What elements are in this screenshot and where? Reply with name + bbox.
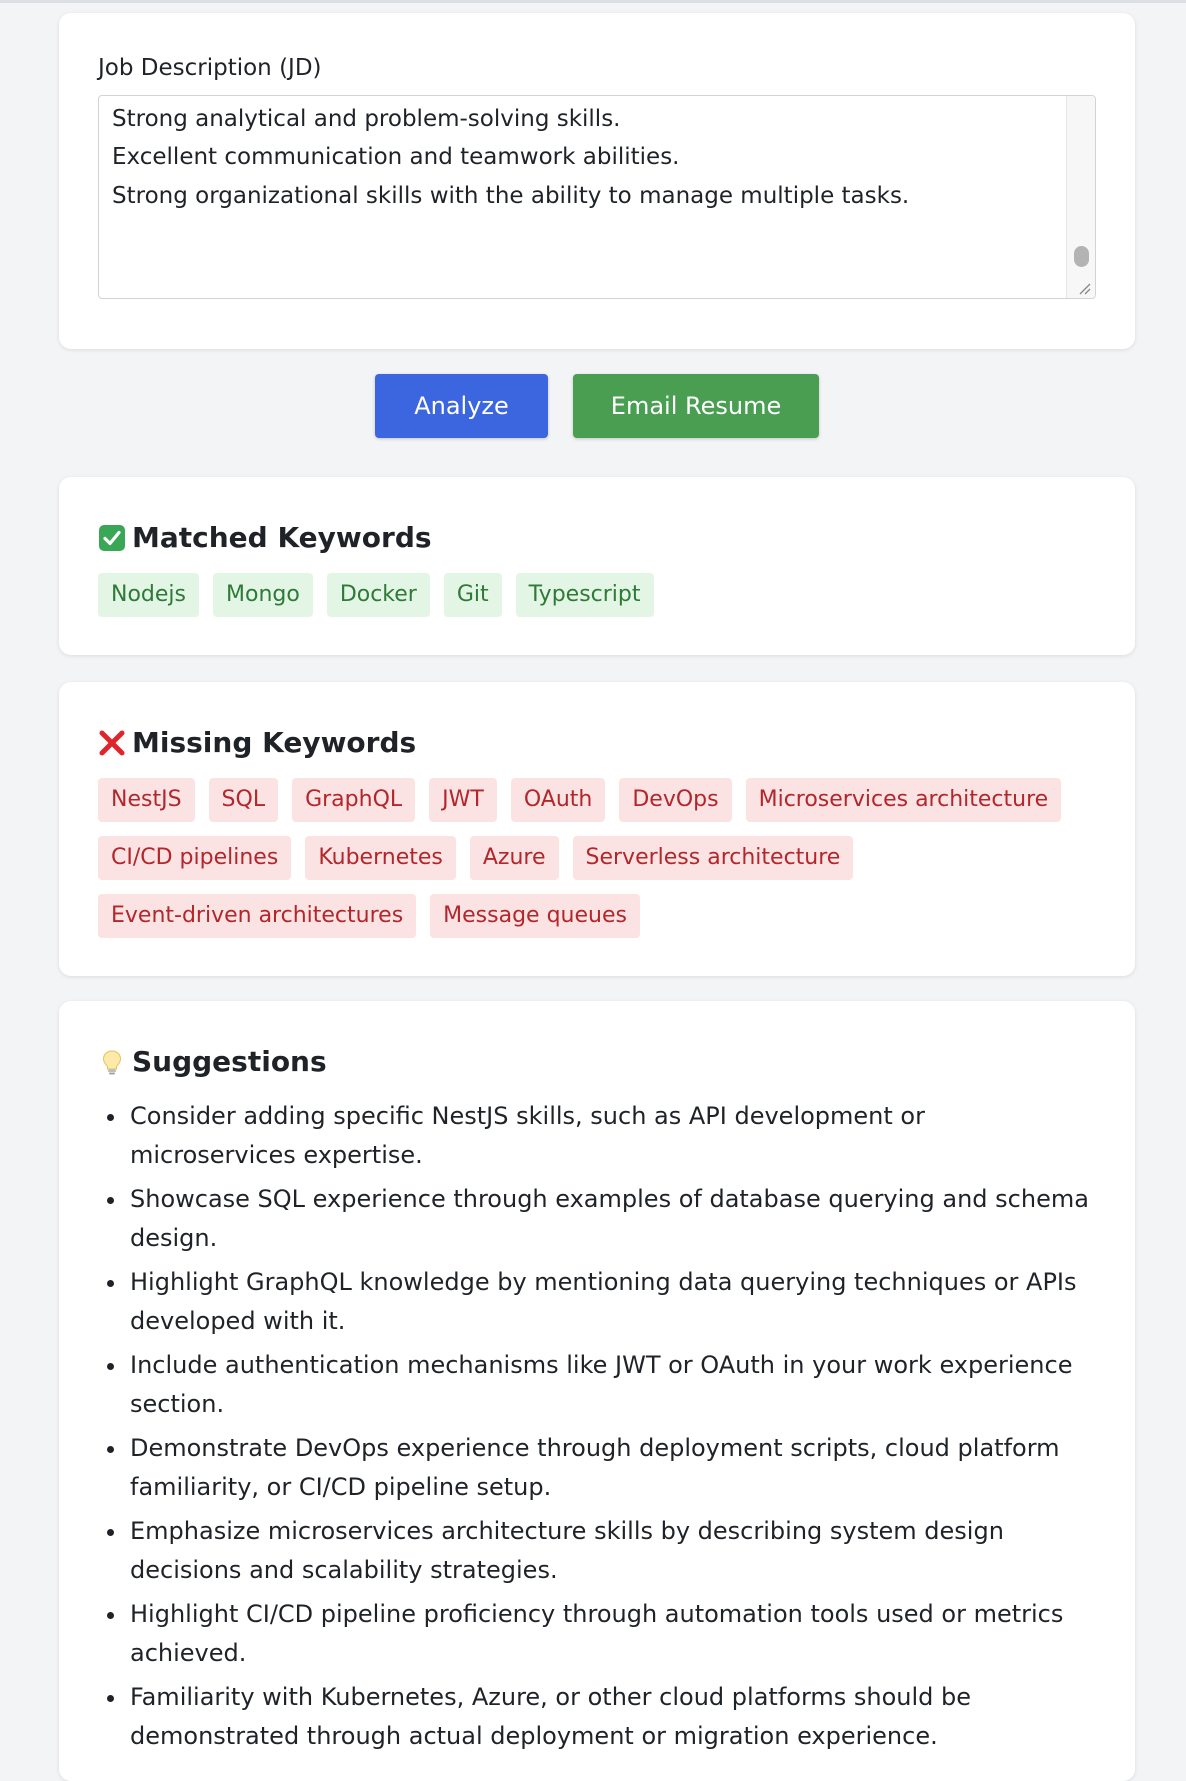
missing-keyword-tag: SQL [208, 778, 279, 822]
missing-keyword-tag: DevOps [619, 778, 732, 822]
missing-keywords-card: Missing Keywords NestJS SQL GraphQL JWT OAut… [59, 682, 1135, 976]
suggestions-list: Consider adding specific NestJS skills, … [98, 1097, 1098, 1761]
matched-keywords-heading: Matched Keywords [98, 521, 432, 555]
missing-keyword-tag: OAuth [510, 778, 606, 822]
check-mark-icon [99, 524, 125, 551]
suggestion-item: Familiarity with Kubernetes, Azure, or o… [128, 1678, 1098, 1755]
email-resume-button[interactable]: Email Resume [573, 374, 819, 438]
suggestion-item: Include authentication mechanisms like J… [128, 1346, 1098, 1423]
missing-keyword-tag: Microservices architecture [745, 778, 1062, 822]
matched-keyword-tag: Typescript [515, 573, 654, 617]
matched-keywords-card: Matched Keywords Nodejs Mongo Docker Git Typ… [59, 477, 1135, 655]
suggestion-item: Emphasize microservices architecture ski… [128, 1512, 1098, 1589]
lightbulb-icon [102, 1050, 122, 1075]
missing-keywords-title: Missing Keywords [132, 726, 417, 759]
job-description-card: Job Description (JD) Overview Soft Skill… [59, 13, 1135, 349]
job-description-label: Job Description (JD) [98, 55, 322, 81]
suggestion-item: Showcase SQL experience through examples… [128, 1180, 1098, 1257]
job-description-text[interactable]: Overview Soft Skills: Strong analytical … [99, 96, 1065, 216]
missing-keyword-tag: Kubernetes [305, 836, 456, 880]
matched-keyword-tag: Mongo [213, 573, 313, 617]
suggestion-item: Demonstrate DevOps experience through de… [128, 1429, 1098, 1506]
suggestions-title: Suggestions [132, 1045, 327, 1078]
missing-keyword-tag: Event-driven architectures [98, 894, 417, 938]
missing-keyword-tag: Message queues [430, 894, 640, 938]
matched-keyword-tag: Docker [326, 573, 430, 617]
cross-mark-icon [99, 730, 125, 756]
suggestions-card: Suggestions Consider adding specific Nes… [59, 1001, 1135, 1781]
missing-keyword-tag: CI/CD pipelines [98, 836, 292, 880]
job-description-textarea[interactable]: Overview Soft Skills: Strong analytical … [98, 94, 1096, 299]
textarea-scrollbar[interactable] [1066, 95, 1095, 298]
matched-keyword-tag: Git [443, 573, 502, 617]
action-bar: Analyze Email Resume [0, 374, 1186, 438]
suggestion-item: Consider adding specific NestJS skills, … [128, 1097, 1098, 1174]
missing-keyword-tag: Serverless architecture [572, 836, 854, 880]
analyze-button[interactable]: Analyze [375, 374, 548, 438]
suggestion-item: Highlight CI/CD pipeline proficiency thr… [128, 1595, 1098, 1672]
scrollbar-thumb[interactable] [1074, 245, 1089, 267]
matched-keyword-tag: Nodejs [98, 573, 199, 617]
matched-keywords-list: Nodejs Mongo Docker Git Typescript [98, 573, 1098, 617]
suggestion-item: Highlight GraphQL knowledge by mentionin… [128, 1263, 1098, 1340]
missing-keyword-tag: GraphQL [292, 778, 416, 822]
missing-keywords-heading: Missing Keywords [98, 726, 416, 760]
matched-keywords-title: Matched Keywords [132, 521, 432, 554]
missing-keyword-tag: JWT [429, 778, 497, 822]
resize-handle-icon[interactable] [1077, 281, 1091, 295]
missing-keyword-tag: Azure [469, 836, 559, 880]
missing-keywords-list: NestJS SQL GraphQL JWT OAuth DevOps Microservi… [98, 778, 1098, 938]
missing-keyword-tag: NestJS [98, 778, 195, 822]
top-divider [0, 0, 1186, 3]
suggestions-heading: Suggestions [98, 1045, 327, 1079]
